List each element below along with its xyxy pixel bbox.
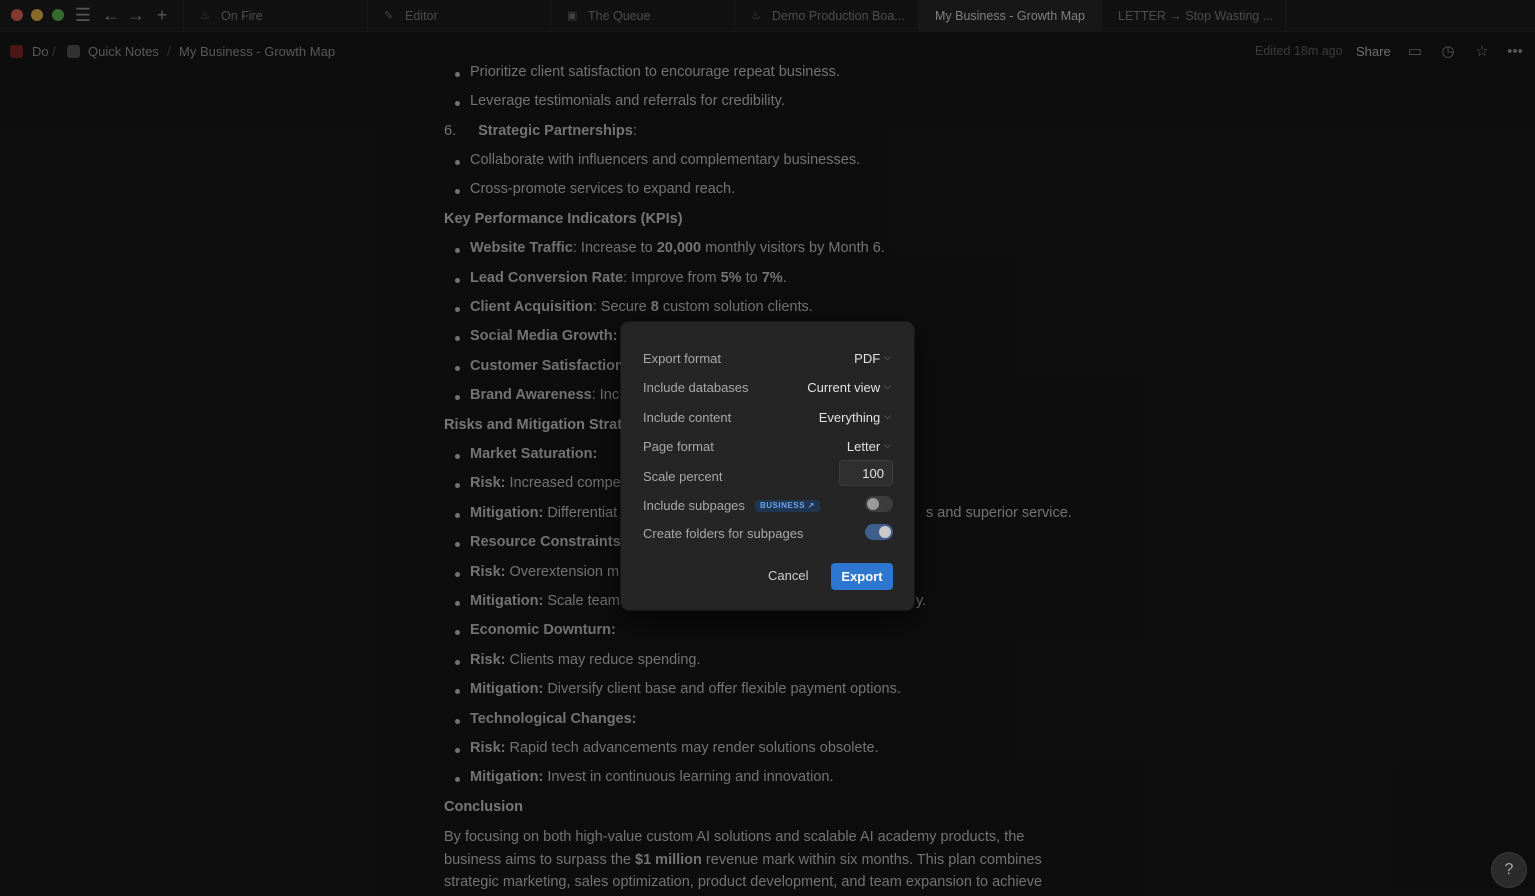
scale-percent-label: Scale percent [643,469,723,484]
include-databases-select[interactable]: Current view ⌵ [807,380,891,395]
include-content-row: Include content Everything ⌵ [643,410,893,430]
chevron-down-icon: ⌵ [884,440,891,450]
export-format-select[interactable]: PDF ⌵ [854,351,891,366]
include-subpages-label: Include subpages [643,498,745,513]
include-content-label: Include content [643,410,732,425]
export-button[interactable]: Export [831,563,893,590]
create-folders-label: Create folders for subpages [643,526,804,541]
include-databases-row: Include databases Current view ⌵ [643,380,893,400]
scale-percent-row: Scale percent [643,460,893,489]
page-format-label: Page format [643,439,714,454]
business-plan-badge[interactable]: BUSINESS ↗ [755,500,820,512]
help-icon[interactable]: ? [1491,852,1527,888]
scale-percent-input[interactable] [839,460,893,486]
create-folders-toggle[interactable] [865,524,893,540]
page-format-row: Page format Letter ⌵ [643,439,893,459]
export-format-row: Export format PDF ⌵ [643,351,893,371]
export-format-label: Export format [643,351,722,366]
page-format-select[interactable]: Letter ⌵ [847,439,891,454]
chevron-down-icon: ⌵ [884,381,891,391]
include-subpages-toggle[interactable] [865,496,893,512]
cancel-button[interactable]: Cancel [768,565,808,587]
include-databases-label: Include databases [643,380,749,395]
chevron-down-icon: ⌵ [884,411,891,421]
create-folders-row: Create folders for subpages [643,524,893,546]
include-content-select[interactable]: Everything ⌵ [819,410,891,425]
export-dialog: Export format PDF ⌵ Include databases Cur… [621,322,914,610]
include-subpages-row: Include subpages BUSINESS ↗ [643,496,893,518]
chevron-down-icon: ⌵ [884,352,891,362]
